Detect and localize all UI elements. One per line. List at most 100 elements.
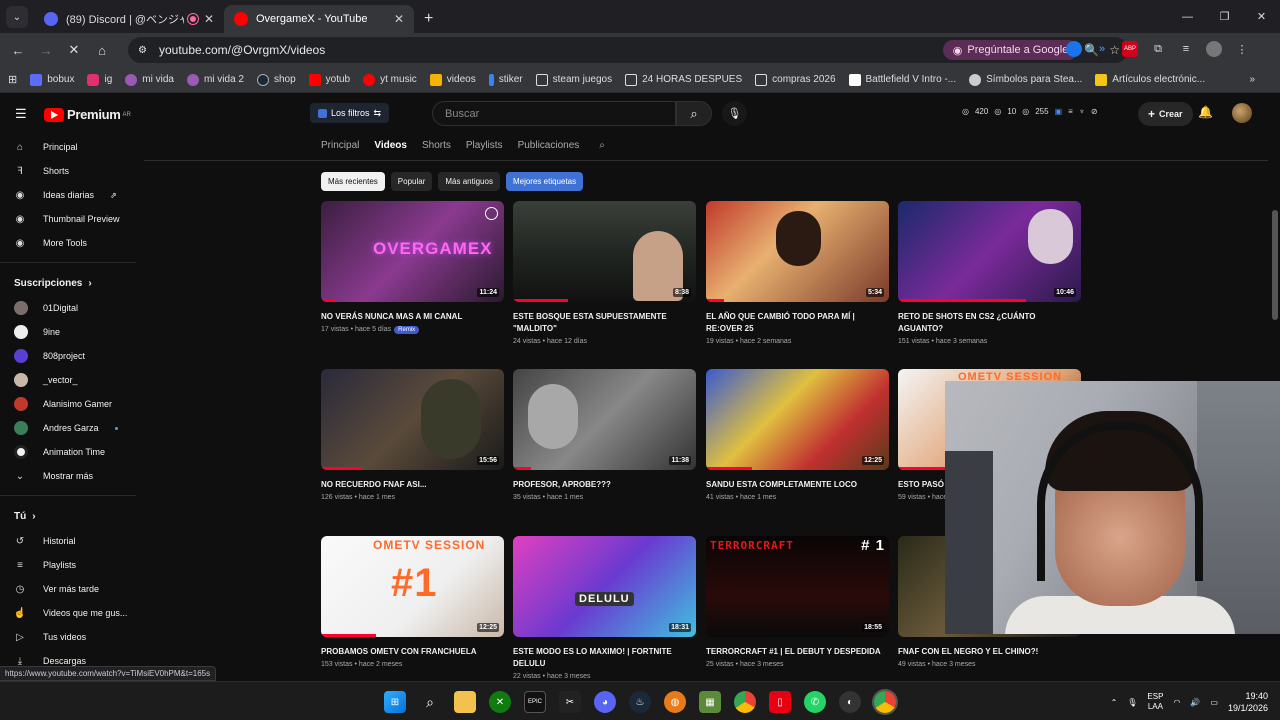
profile-icon[interactable]: [1206, 41, 1222, 57]
channel-search-icon[interactable]: ⌕: [599, 140, 605, 151]
sidebar-item-liked-videos[interactable]: ☝ Videos que me gus...: [0, 601, 136, 625]
video-thumbnail[interactable]: TERRORCRAFT # 1 18:55: [706, 536, 889, 637]
video-thumbnail[interactable]: 12:25: [706, 369, 889, 470]
notifications-bell-icon[interactable]: 🔔: [1198, 105, 1213, 119]
tab-shorts[interactable]: Shorts: [422, 140, 451, 151]
video-thumbnail[interactable]: 10:46: [898, 201, 1081, 302]
video-title[interactable]: NO RECUERDO FNAF ASI...: [321, 479, 504, 491]
bookmark-mi-vida[interactable]: mi vida: [125, 73, 174, 86]
close-tab-icon[interactable]: ✕: [394, 12, 404, 26]
list-icon[interactable]: ≡: [1068, 107, 1073, 116]
sidebar-item-subscription[interactable]: Animation Time: [0, 440, 136, 464]
language-indicator[interactable]: ESP LAA: [1147, 692, 1163, 712]
bookmark-compras[interactable]: compras 2026: [755, 73, 836, 86]
apps-grid-icon[interactable]: ⊞: [8, 73, 17, 86]
sidebar-item-subscription[interactable]: _vector_: [0, 368, 136, 392]
video-title[interactable]: TERRORCRAFT #1 | EL DEBUT Y DESPEDIDA: [706, 646, 889, 658]
tab-discord[interactable]: (89) Discord | @ベンジャ ✕: [34, 5, 224, 33]
home-icon[interactable]: ⌂: [88, 36, 116, 64]
minimize-button[interactable]: —: [1169, 0, 1206, 33]
site-info-icon[interactable]: ⚙: [138, 45, 147, 56]
video-card[interactable]: OVERGAMEX 11:24 NO VERÁS NUNCA MAS A MI …: [321, 201, 504, 334]
sidebar-item-subscription[interactable]: 808project: [0, 344, 136, 368]
extensions-puzzle-icon[interactable]: ⧉: [1150, 41, 1166, 57]
video-title[interactable]: EL AÑO QUE CAMBIÓ TODO PARA MÍ | RE:OVER…: [706, 311, 889, 335]
video-card[interactable]: 11:38 PROFESOR, APROBE??? 35 vistas • ha…: [513, 369, 696, 501]
video-title[interactable]: FNAF CON EL NEGRO Y EL CHINO?!: [898, 646, 1081, 658]
bookmark-mi-vida-2[interactable]: mi vida 2: [186, 73, 244, 86]
video-card[interactable]: 10:46 RETO DE SHOTS EN CS2 ¿CUÁNTO AGUAN…: [898, 201, 1081, 345]
tab-search-chevron-icon[interactable]: ⌄: [6, 6, 28, 28]
bookmark-battlefield[interactable]: Battlefield V Intro -...: [848, 73, 956, 86]
video-thumbnail[interactable]: 11:38: [513, 369, 696, 470]
sidebar-item-more-tools[interactable]: ◉ More Tools: [0, 231, 136, 255]
sidebar-item-historial[interactable]: ↺ Historial: [0, 529, 136, 553]
new-tab-button[interactable]: +: [424, 10, 433, 28]
ask-google-button[interactable]: ◉ Pregúntale a Google: [942, 40, 1079, 60]
video-thumbnail[interactable]: DELULU 18:31: [513, 536, 696, 637]
chrome-icon[interactable]: [734, 691, 756, 713]
hamburger-menu-icon[interactable]: ☰: [15, 106, 27, 122]
discord-icon[interactable]: ◕: [594, 691, 616, 713]
close-tab-icon[interactable]: ✕: [204, 12, 214, 26]
tab-playlists[interactable]: Playlists: [466, 140, 503, 151]
video-title[interactable]: PROFESOR, APROBE???: [513, 479, 696, 491]
video-title[interactable]: NO VERÁS NUNCA MAS A MI CANAL: [321, 311, 504, 323]
windows-start-icon[interactable]: ⊞: [384, 691, 406, 713]
forward-arrow-icon[interactable]: →: [32, 36, 60, 64]
extension-blue-icon[interactable]: [1066, 41, 1082, 57]
sidebar-item-principal[interactable]: ⌂ Principal: [0, 135, 136, 159]
video-card[interactable]: 12:25 SANDU ESTA COMPLETAMENTE LOCO 41 v…: [706, 369, 889, 501]
browser-menu-icon[interactable]: ⋮: [1234, 41, 1250, 57]
sidebar-item-subscription[interactable]: Alanisimo Gamer: [0, 392, 136, 416]
video-thumbnail[interactable]: OVERGAMEX 11:24: [321, 201, 504, 302]
sidebar-item-tus-videos[interactable]: ▷ Tus videos: [0, 625, 136, 649]
video-card[interactable]: TERRORCRAFT # 1 18:55 TERRORCRAFT #1 | E…: [706, 536, 889, 668]
subscriptions-header[interactable]: Suscripciones ›: [0, 270, 136, 296]
bookmark-24-horas[interactable]: 24 HORAS DESPUES: [625, 73, 742, 86]
video-title[interactable]: PROBAMOS OMETV CON FRANCHUELA: [321, 646, 504, 658]
video-card[interactable]: OMETV SESSION #1 12:25 PROBAMOS OMETV CO…: [321, 536, 504, 668]
address-bar[interactable]: ⚙ youtube.com/@OvrgmX/videos ◉ Pregúntale…: [128, 37, 1128, 63]
bookmark-bobux[interactable]: bobux: [30, 73, 74, 86]
video-title[interactable]: RETO DE SHOTS EN CS2 ¿CUÁNTO AGUANTO?: [898, 311, 1081, 335]
nintendo-icon[interactable]: ▯: [769, 691, 791, 713]
restore-button[interactable]: ❐: [1206, 0, 1243, 33]
search-button[interactable]: ⌕: [676, 101, 712, 126]
video-card[interactable]: 8:38 ESTE BOSQUE ESTA SUPUESTAMENTE "MAL…: [513, 201, 696, 345]
page-scrollbar[interactable]: [1272, 210, 1278, 320]
volume-icon[interactable]: 🔊: [1190, 698, 1200, 707]
extension-blue-icon[interactable]: ▣: [1055, 107, 1063, 116]
more-bookmarks-icon[interactable]: »: [1249, 74, 1255, 85]
stop-loading-icon[interactable]: ✕: [60, 36, 88, 64]
tab-publicaciones[interactable]: Publicaciones: [518, 140, 580, 151]
video-thumbnail[interactable]: 15:56: [321, 369, 504, 470]
extension-audio-icon[interactable]: »: [1094, 41, 1110, 57]
sidebar-item-subscription[interactable]: 9ine: [0, 320, 136, 344]
tab-principal[interactable]: Principal: [321, 140, 359, 151]
chip-mas-recientes[interactable]: Más recientes: [321, 172, 385, 191]
tab-youtube[interactable]: OvergameX - YouTube ✕: [224, 5, 414, 33]
capcut-icon[interactable]: ✂: [559, 691, 581, 713]
close-window-button[interactable]: ✕: [1243, 0, 1280, 33]
clock[interactable]: 19:40 19/1/2026: [1228, 690, 1268, 714]
video-title[interactable]: SANDU ESTA COMPLETAMENTE LOCO: [706, 479, 889, 491]
microphone-icon[interactable]: 🎙: [1127, 698, 1137, 707]
chip-mejores-etiquetas[interactable]: Mejores etiquetas: [505, 172, 584, 191]
bookmark-videos[interactable]: videos: [429, 73, 476, 86]
video-title[interactable]: ESTE BOSQUE ESTA SUPUESTAMENTE "MALDITO": [513, 311, 696, 335]
sidebar-item-shorts[interactable]: ꟻ Shorts: [0, 159, 136, 183]
bookmark-simbolos[interactable]: Símbolos para Stea...: [969, 73, 1082, 86]
tray-overflow-icon[interactable]: ⌃: [1111, 698, 1118, 707]
steam-icon[interactable]: ♨: [629, 691, 651, 713]
video-thumbnail[interactable]: 5:34: [706, 201, 889, 302]
sidebar-item-subscription[interactable]: 01Digital: [0, 296, 136, 320]
video-card[interactable]: 5:34 EL AÑO QUE CAMBIÓ TODO PARA MÍ | RE…: [706, 201, 889, 345]
video-thumbnail[interactable]: 8:38: [513, 201, 696, 302]
minecraft-icon[interactable]: ▦: [699, 691, 721, 713]
sidebar-item-ver-mas-tarde[interactable]: ◷ Ver más tarde: [0, 577, 136, 601]
adblock-icon[interactable]: ABP: [1122, 41, 1138, 57]
video-thumbnail[interactable]: OMETV SESSION #1 12:25: [321, 536, 504, 637]
sidebar-item-ideas-diarias[interactable]: ◉ Ideas diarias ⇗: [0, 183, 136, 207]
obs-icon[interactable]: ◐: [839, 691, 861, 713]
